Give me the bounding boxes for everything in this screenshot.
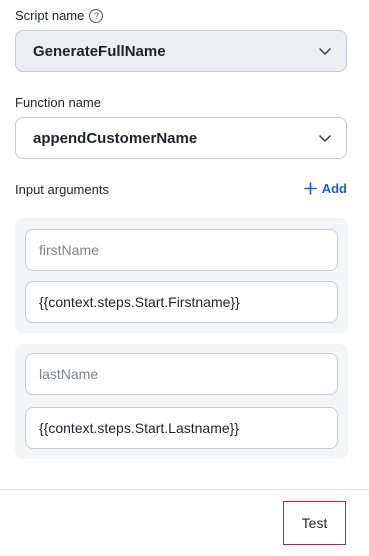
argument-card: firstName {{context.steps.Start.Firstnam… [15, 218, 348, 333]
input-arguments-label: Input arguments [15, 182, 109, 197]
argument-name-field[interactable]: lastName [25, 353, 338, 395]
script-name-select[interactable]: GenerateFullName [15, 30, 347, 72]
plus-icon [303, 182, 317, 195]
argument-value-field[interactable]: {{context.steps.Start.Firstname}} [25, 281, 338, 323]
add-argument-button[interactable]: Add [303, 181, 347, 196]
chevron-down-icon [319, 48, 331, 55]
function-name-label: Function name [15, 95, 101, 110]
function-name-select[interactable]: appendCustomerName [15, 117, 347, 159]
argument-card: lastName {{context.steps.Start.Lastname}… [15, 344, 348, 459]
test-button[interactable]: Test [283, 501, 346, 545]
script-name-label-text: Script name [15, 8, 85, 23]
add-argument-label: Add [321, 181, 347, 196]
script-name-label: Script name? [15, 8, 104, 23]
script-name-value: GenerateFullName [33, 42, 166, 60]
chevron-down-icon [319, 135, 331, 142]
footer-divider [0, 489, 369, 490]
help-icon[interactable]: ? [89, 9, 104, 23]
argument-value-field[interactable]: {{context.steps.Start.Lastname}} [25, 407, 338, 449]
argument-name-field[interactable]: firstName [25, 229, 338, 271]
function-name-value: appendCustomerName [33, 129, 198, 147]
